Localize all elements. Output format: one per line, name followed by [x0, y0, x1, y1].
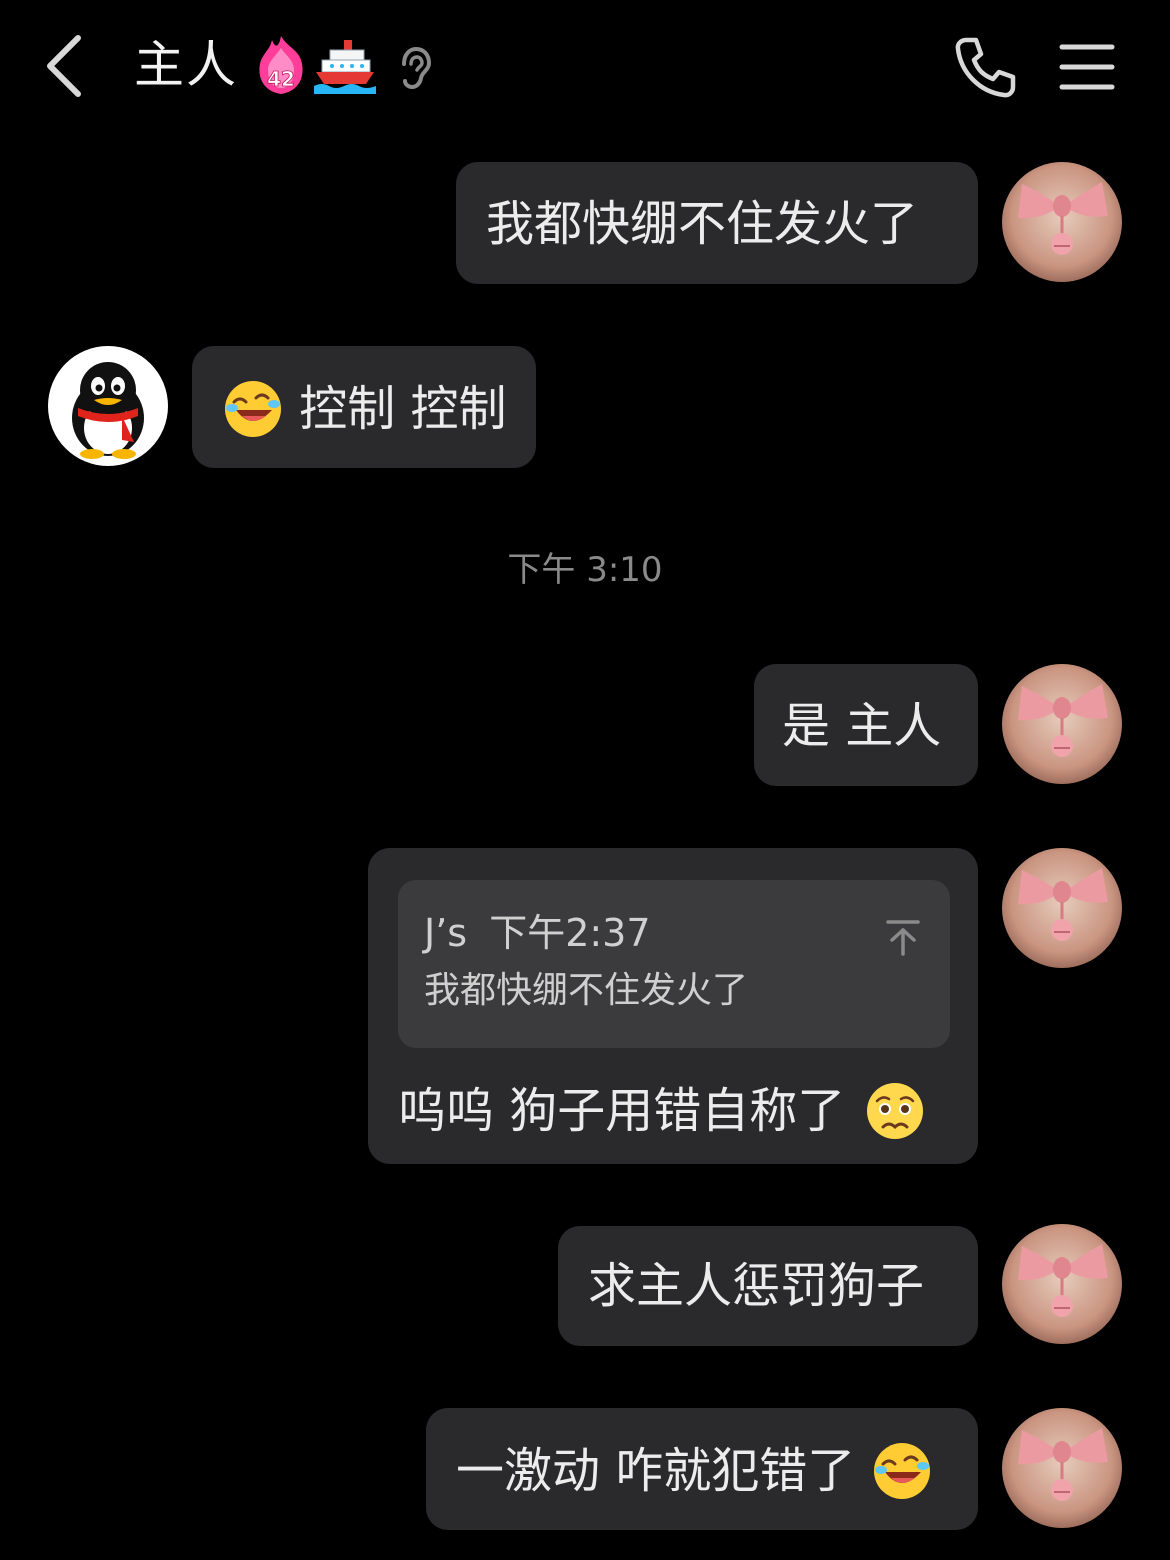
hamburger-menu-icon [1059, 44, 1115, 90]
quoted-message[interactable]: J’s 下午2:37 我都快绷不住发火了 [398, 880, 950, 1048]
user-avatar[interactable] [1002, 162, 1122, 282]
reply-text-row: 呜呜 狗子用错自称了 [398, 1078, 925, 1141]
message-text: 一激动 咋就犯错了 [456, 1443, 856, 1499]
message-bubble[interactable]: 我都快绷不住发火了 [456, 162, 978, 284]
arrow-up-to-top-icon [886, 920, 920, 956]
phone-icon [955, 37, 1016, 98]
message-bubble[interactable]: 求主人惩罚狗子 [558, 1226, 978, 1346]
fire-badge-icon[interactable]: 42 [252, 34, 310, 96]
back-button[interactable] [36, 30, 96, 102]
chevron-left-icon [47, 35, 81, 97]
message-bubble[interactable]: 是 主人 [754, 664, 978, 786]
quote-sender: J’s [424, 911, 468, 955]
laughing-crying-emoji [225, 381, 281, 437]
user-avatar[interactable] [1002, 848, 1122, 968]
quote-header: J’s 下午2:37 [424, 910, 924, 956]
reply-message-bubble[interactable]: J’s 下午2:37 我都快绷不住发火了 呜呜 狗子用错自称了 [368, 848, 978, 1164]
message-text: 我都快绷不住发火了 [486, 196, 919, 252]
contact-avatar[interactable] [48, 346, 168, 466]
quote-time: 下午2:37 [489, 911, 651, 955]
laughing-crying-emoji [873, 1443, 930, 1499]
menu-button[interactable] [1058, 42, 1116, 92]
jump-to-original-button[interactable] [884, 912, 922, 956]
penguin-icon [72, 362, 144, 459]
message-text: 呜呜 狗子用错自称了 [398, 1083, 846, 1139]
fire-badge-level: 42 [267, 67, 295, 91]
voice-call-button[interactable] [952, 34, 1018, 100]
chat-title[interactable]: 主人 [134, 32, 238, 98]
user-avatar[interactable] [1002, 1408, 1122, 1528]
time-divider: 下午 3:10 [507, 550, 663, 590]
message-bubble[interactable]: 控制 控制 [192, 346, 536, 468]
user-avatar[interactable] [1002, 1224, 1122, 1344]
ship-badge-icon[interactable] [314, 38, 376, 94]
message-text: 控制 控制 [299, 381, 507, 437]
message-text: 求主人惩罚狗子 [588, 1258, 925, 1314]
message-bubble[interactable]: 一激动 咋就犯错了 [426, 1408, 978, 1530]
chat-header: 主人 42 [0, 0, 1170, 130]
message-text: 是 主人 [782, 698, 942, 754]
quote-text: 我都快绷不住发火了 [424, 970, 749, 1011]
ear-icon[interactable] [396, 46, 434, 90]
user-avatar[interactable] [1002, 664, 1122, 784]
pleading-emoji [866, 1083, 923, 1139]
